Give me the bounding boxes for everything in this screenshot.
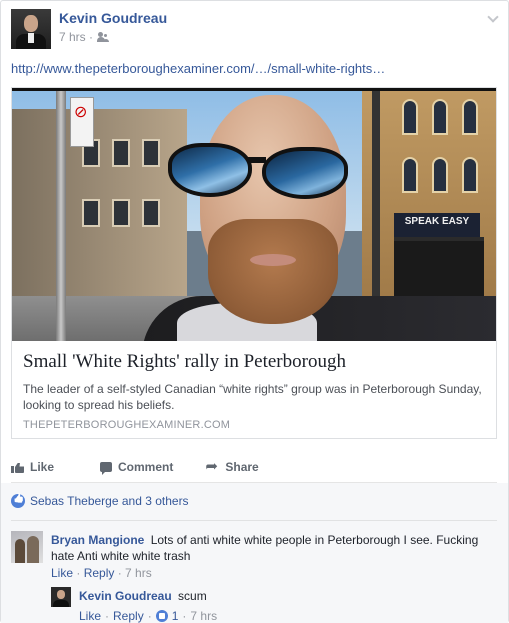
- image-window: [402, 99, 418, 135]
- share-button-label: Share: [225, 460, 259, 474]
- chevron-down-icon[interactable]: [487, 11, 499, 23]
- link-preview-text[interactable]: Small 'White Rights' rally in Peterborou…: [12, 341, 496, 438]
- reply-meta: Like · Reply · 1 · 7 hrs: [79, 609, 217, 623]
- avatar-collar: [28, 33, 34, 43]
- image-window: [402, 157, 418, 193]
- avatar-face: [24, 15, 38, 32]
- image-window: [82, 199, 100, 227]
- reply-reply-link[interactable]: Reply: [113, 609, 144, 623]
- image-window: [432, 99, 448, 135]
- avatar-person: [15, 539, 25, 563]
- post-time[interactable]: 7 hrs ·: [59, 30, 93, 44]
- author-avatar[interactable]: [11, 9, 51, 49]
- reply-time[interactable]: 7 hrs: [190, 609, 217, 623]
- separator: ·: [147, 609, 152, 623]
- avatar-face: [57, 590, 65, 599]
- image-building-left: [12, 109, 187, 309]
- reply-body: Kevin Goudreau scum: [79, 589, 207, 603]
- comment-like-link[interactable]: Like: [51, 566, 73, 580]
- comment-time[interactable]: 7 hrs: [125, 566, 152, 580]
- separator: ·: [182, 609, 187, 623]
- link-preview-description: The leader of a self-styled Canadian “wh…: [23, 382, 482, 412]
- reply-text: scum: [178, 589, 207, 603]
- link-preview-image[interactable]: SPEAK EASY: [12, 88, 496, 341]
- post-container: Kevin Goudreau 7 hrs · http://www.thepet…: [0, 0, 509, 623]
- like-button[interactable]: Like: [11, 460, 54, 474]
- separator: ·: [105, 609, 110, 623]
- comment-body: Bryan Mangione Lots of anti white white …: [51, 532, 491, 564]
- comment-button[interactable]: Comment: [100, 460, 174, 475]
- shared-link-url[interactable]: http://www.thepeterboroughexaminer.com/……: [11, 61, 385, 76]
- commenter-avatar[interactable]: [11, 531, 43, 563]
- image-window: [112, 139, 130, 167]
- like-badge-icon: [11, 494, 25, 508]
- reply-like-count[interactable]: 1: [172, 609, 179, 623]
- reply-author-name[interactable]: Kevin Goudreau: [79, 589, 172, 603]
- comment-button-label: Comment: [118, 460, 174, 474]
- comment-reply-link[interactable]: Reply: [84, 566, 115, 580]
- post-header: Kevin Goudreau 7 hrs ·: [11, 9, 501, 49]
- likes-summary: Sebas Theberge and 3 others: [11, 494, 189, 508]
- image-beard: [208, 219, 338, 324]
- commenter-name[interactable]: Bryan Mangione: [51, 533, 144, 547]
- author-name[interactable]: Kevin Goudreau: [59, 10, 167, 26]
- reactions-and-comments: Sebas Theberge and 3 others Bryan Mangio…: [1, 483, 508, 623]
- link-preview-domain: THEPETERBOROUGHEXAMINER.COM: [23, 419, 231, 431]
- comment-meta: Like · Reply · 7 hrs: [51, 566, 152, 580]
- comment-bubble-icon: [100, 462, 113, 475]
- divider: [11, 520, 497, 521]
- image-sunglasses-bridge: [248, 157, 266, 163]
- like-count-icon: [155, 610, 168, 622]
- separator: ·: [73, 566, 84, 580]
- likes-summary-text[interactable]: Sebas Theberge and 3 others: [30, 494, 189, 508]
- image-window: [432, 157, 448, 193]
- separator: ·: [114, 566, 126, 580]
- image-pole: [56, 91, 66, 341]
- image-window: [462, 99, 478, 135]
- image-no-parking-sign: [70, 97, 94, 147]
- image-mouth: [250, 254, 296, 266]
- post-actions-bar: Like Comment Share: [11, 453, 497, 481]
- reply-like-link[interactable]: Like: [79, 609, 101, 623]
- thumbs-up-icon: [11, 461, 24, 473]
- image-sunglasses-lens-left: [168, 143, 252, 197]
- friends-icon[interactable]: [97, 32, 109, 42]
- share-arrow-icon: [205, 457, 219, 475]
- image-storefront-sign: SPEAK EASY: [394, 213, 480, 237]
- link-preview-card[interactable]: SPEAK EASY Small 'White Rights' rally in…: [11, 87, 497, 439]
- reply-author-avatar[interactable]: [51, 587, 71, 607]
- link-preview-title[interactable]: Small 'White Rights' rally in Peterborou…: [23, 351, 346, 373]
- share-button[interactable]: Share: [205, 457, 259, 475]
- image-sunglasses-lens-right: [262, 147, 348, 199]
- image-window: [142, 199, 160, 227]
- image-window: [142, 139, 160, 167]
- avatar-person: [27, 536, 39, 563]
- post-meta: 7 hrs ·: [59, 30, 109, 44]
- image-window: [112, 199, 130, 227]
- image-window: [462, 157, 478, 193]
- like-button-label: Like: [30, 460, 55, 474]
- avatar-body: [53, 600, 69, 607]
